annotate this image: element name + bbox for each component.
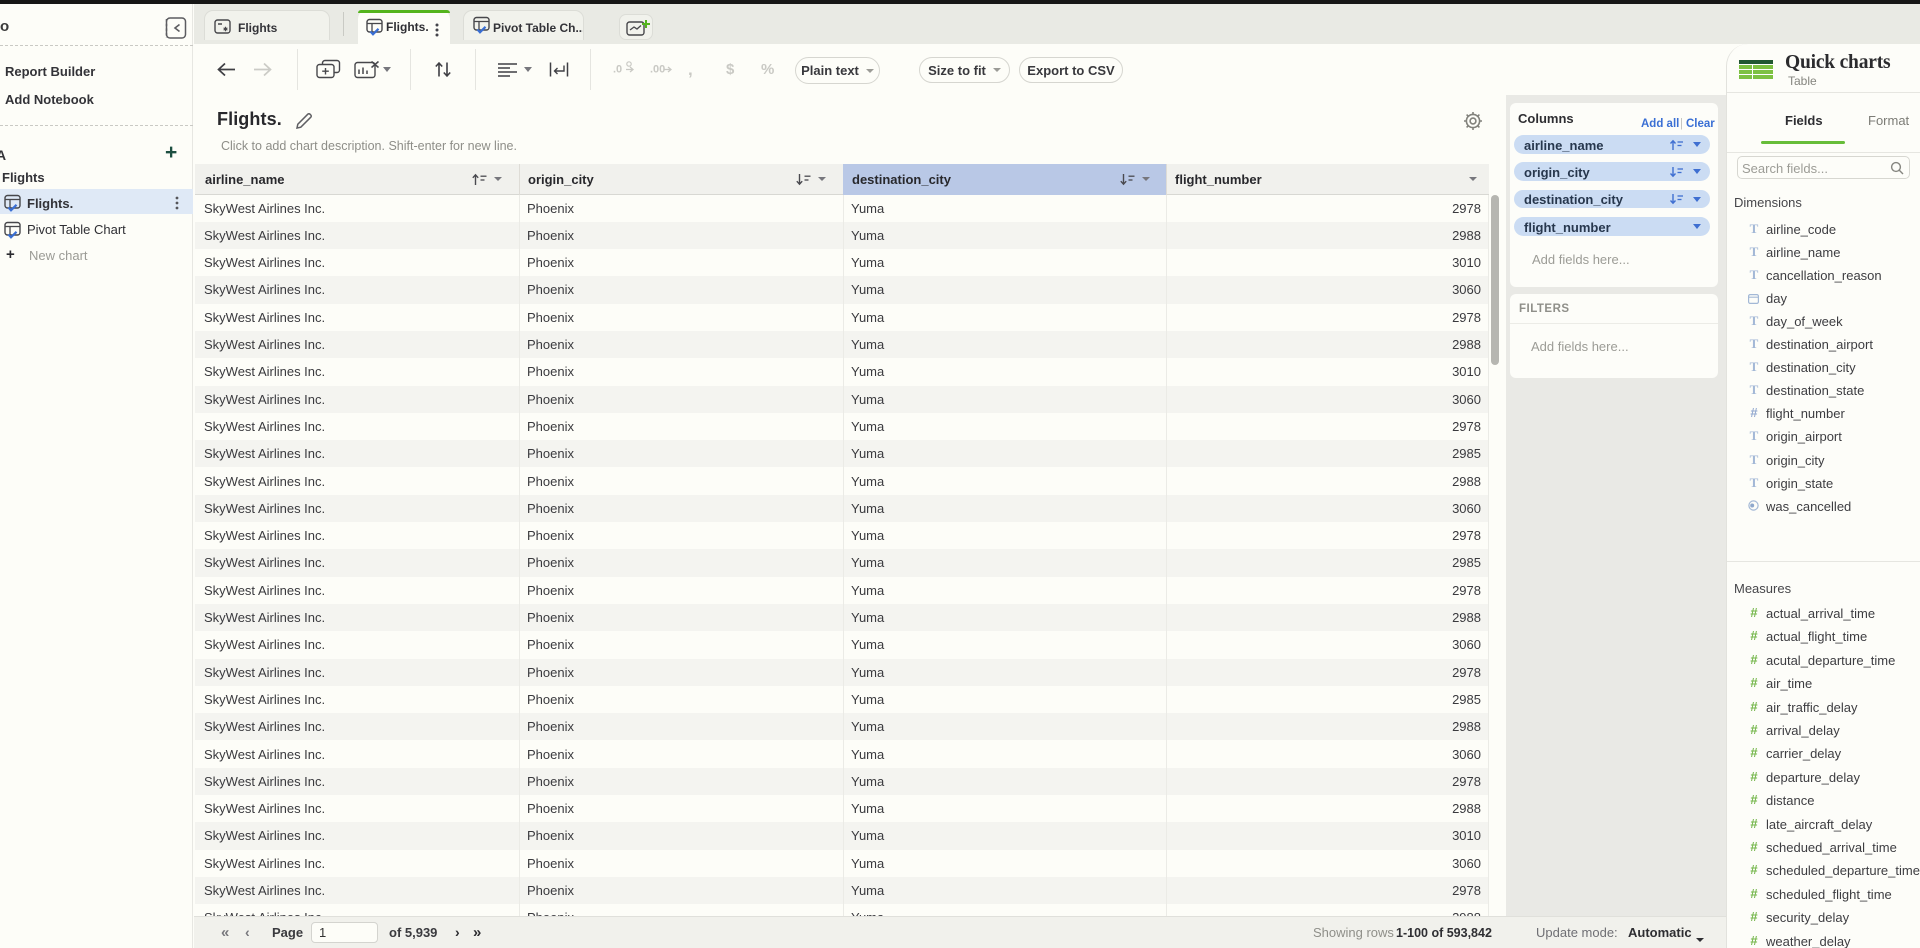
svg-text:.0: .0 bbox=[613, 64, 622, 76]
svg-text:.00: .00 bbox=[650, 64, 665, 76]
